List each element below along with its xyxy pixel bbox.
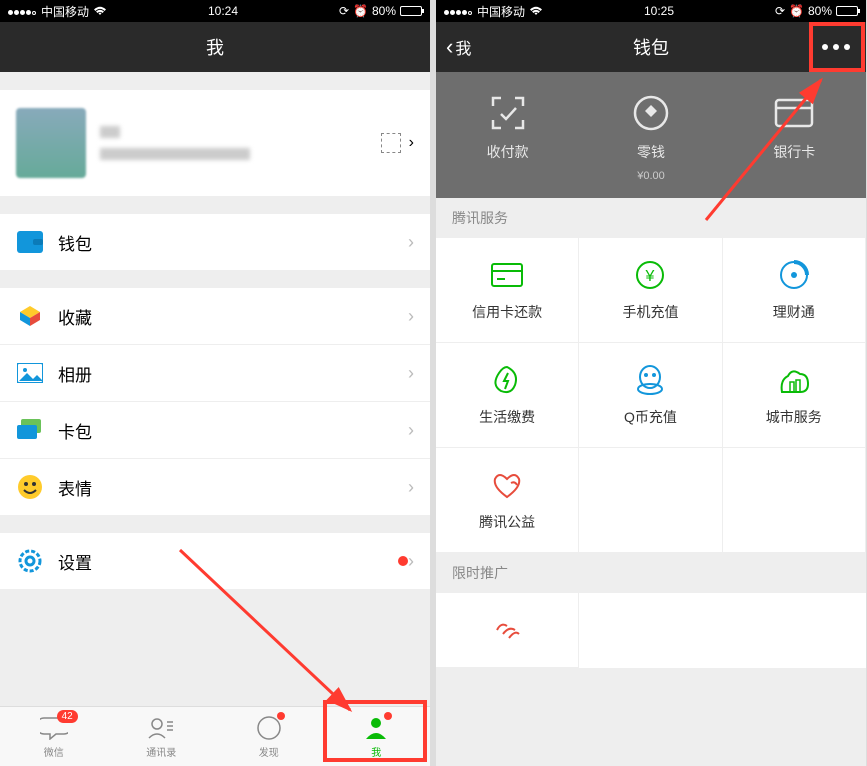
wifi-icon [529,6,543,16]
gear-icon [16,547,44,575]
row-wallet[interactable]: 钱包 › [0,214,430,270]
grid-bills[interactable]: 生活缴费 [436,343,579,448]
chevron-right-icon: › [408,551,414,572]
tab-me[interactable]: 我 [323,707,431,766]
carrier: 中国移动 [477,3,525,20]
grid-credit[interactable]: 信用卡还款 [436,238,579,343]
chevron-right-icon: › [408,363,414,384]
bolt-icon [490,363,524,397]
back-button[interactable]: ‹ 我 [446,34,471,60]
chevron-right-icon: › [408,232,414,253]
cube-icon [16,302,44,330]
lock-icon: ⟳ [339,4,349,18]
card-icon [773,92,815,134]
emoji-icon [16,473,44,501]
bankcard-button[interactable]: 银行卡 [723,92,866,182]
red-dot [277,712,285,720]
nav-title: 钱包 [633,34,669,60]
yen-icon: ¥ [633,258,667,292]
chevron-left-icon: ‹ [446,34,453,60]
nav-bar: ‹ 我 钱包 [436,22,866,72]
grid-charity[interactable]: 腾讯公益 [436,448,579,553]
chevron-right-icon: › [408,420,414,441]
grid-topup[interactable]: ¥ 手机充值 [579,238,722,343]
row-settings[interactable]: 设置 › [0,533,430,589]
red-dot [398,556,408,566]
licai-icon [777,258,811,292]
grid-qcoin[interactable]: Q币充值 [579,343,722,448]
tab-discover[interactable]: 发现 [215,707,323,766]
city-icon [777,363,811,397]
pay-button[interactable]: 收付款 [436,92,579,182]
red-dot [384,712,392,720]
alarm-icon: ⏰ [789,4,804,18]
coin-icon [630,92,672,134]
scan-pay-icon [487,92,529,134]
profile-row[interactable]: › [0,90,430,196]
nav-title: 我 [206,34,224,60]
promo-icon [490,613,524,647]
profile-info [100,126,381,160]
wallet-header: 收付款 零钱 ¥0.00 银行卡 [436,72,866,198]
chat-badge: 42 [57,710,78,723]
lock-icon: ⟳ [775,4,785,18]
avatar [16,108,86,178]
grid-licai[interactable]: 理财通 [723,238,866,343]
grid-city[interactable]: 城市服务 [723,343,866,448]
battery-pct: 80% [372,4,396,18]
tab-bar: 42 微信 通讯录 发现 我 [0,706,430,766]
cards-icon [16,416,44,444]
tab-chat[interactable]: 42 微信 [0,707,108,766]
nav-bar: 我 [0,22,430,72]
services-grid: 信用卡还款 ¥ 手机充值 理财通 生活缴费 Q币充值 城市服务 腾讯公益 [436,238,866,553]
row-emoji[interactable]: 表情 › [0,459,430,515]
row-favorites[interactable]: 收藏 › [0,288,430,345]
qq-icon [633,363,667,397]
tab-contacts[interactable]: 通讯录 [108,707,216,766]
right-phone: 中国移动 10:25 ⟳ ⏰ 80% ‹ 我 钱包 收付款 [436,0,866,766]
wifi-icon [93,6,107,16]
left-phone: 中国移动 10:24 ⟳ ⏰ 80% 我 › 钱包 › [0,0,430,766]
chevron-right-icon: › [409,134,414,152]
clock: 10:25 [644,4,674,18]
balance-button[interactable]: 零钱 ¥0.00 [579,92,722,182]
status-bar: 中国移动 10:25 ⟳ ⏰ 80% [436,0,866,22]
battery-pct: 80% [808,4,832,18]
row-cards[interactable]: 卡包 › [0,402,430,459]
chevron-right-icon: › [408,306,414,327]
qr-icon[interactable] [381,133,401,153]
signal-dots [8,4,37,18]
section-header-2: 限时推广 [436,553,866,593]
status-bar: 中国移动 10:24 ⟳ ⏰ 80% [0,0,430,22]
signal-dots [444,4,473,18]
svg-text:¥: ¥ [645,268,655,285]
grid-promo[interactable] [436,593,579,668]
chat-icon: 42 [40,714,68,742]
photo-icon [16,359,44,387]
contacts-icon [147,714,175,742]
person-icon [362,714,390,742]
carrier: 中国移动 [41,3,89,20]
wallet-icon [16,228,44,256]
battery-icon [400,6,422,16]
compass-icon [255,714,283,742]
heart-icon [490,468,524,502]
chevron-right-icon: › [408,477,414,498]
creditcard-icon [490,258,524,292]
row-album[interactable]: 相册 › [0,345,430,402]
more-button[interactable] [816,38,856,56]
clock: 10:24 [208,4,238,18]
battery-icon [836,6,858,16]
alarm-icon: ⏰ [353,4,368,18]
section-header: 腾讯服务 [436,198,866,238]
